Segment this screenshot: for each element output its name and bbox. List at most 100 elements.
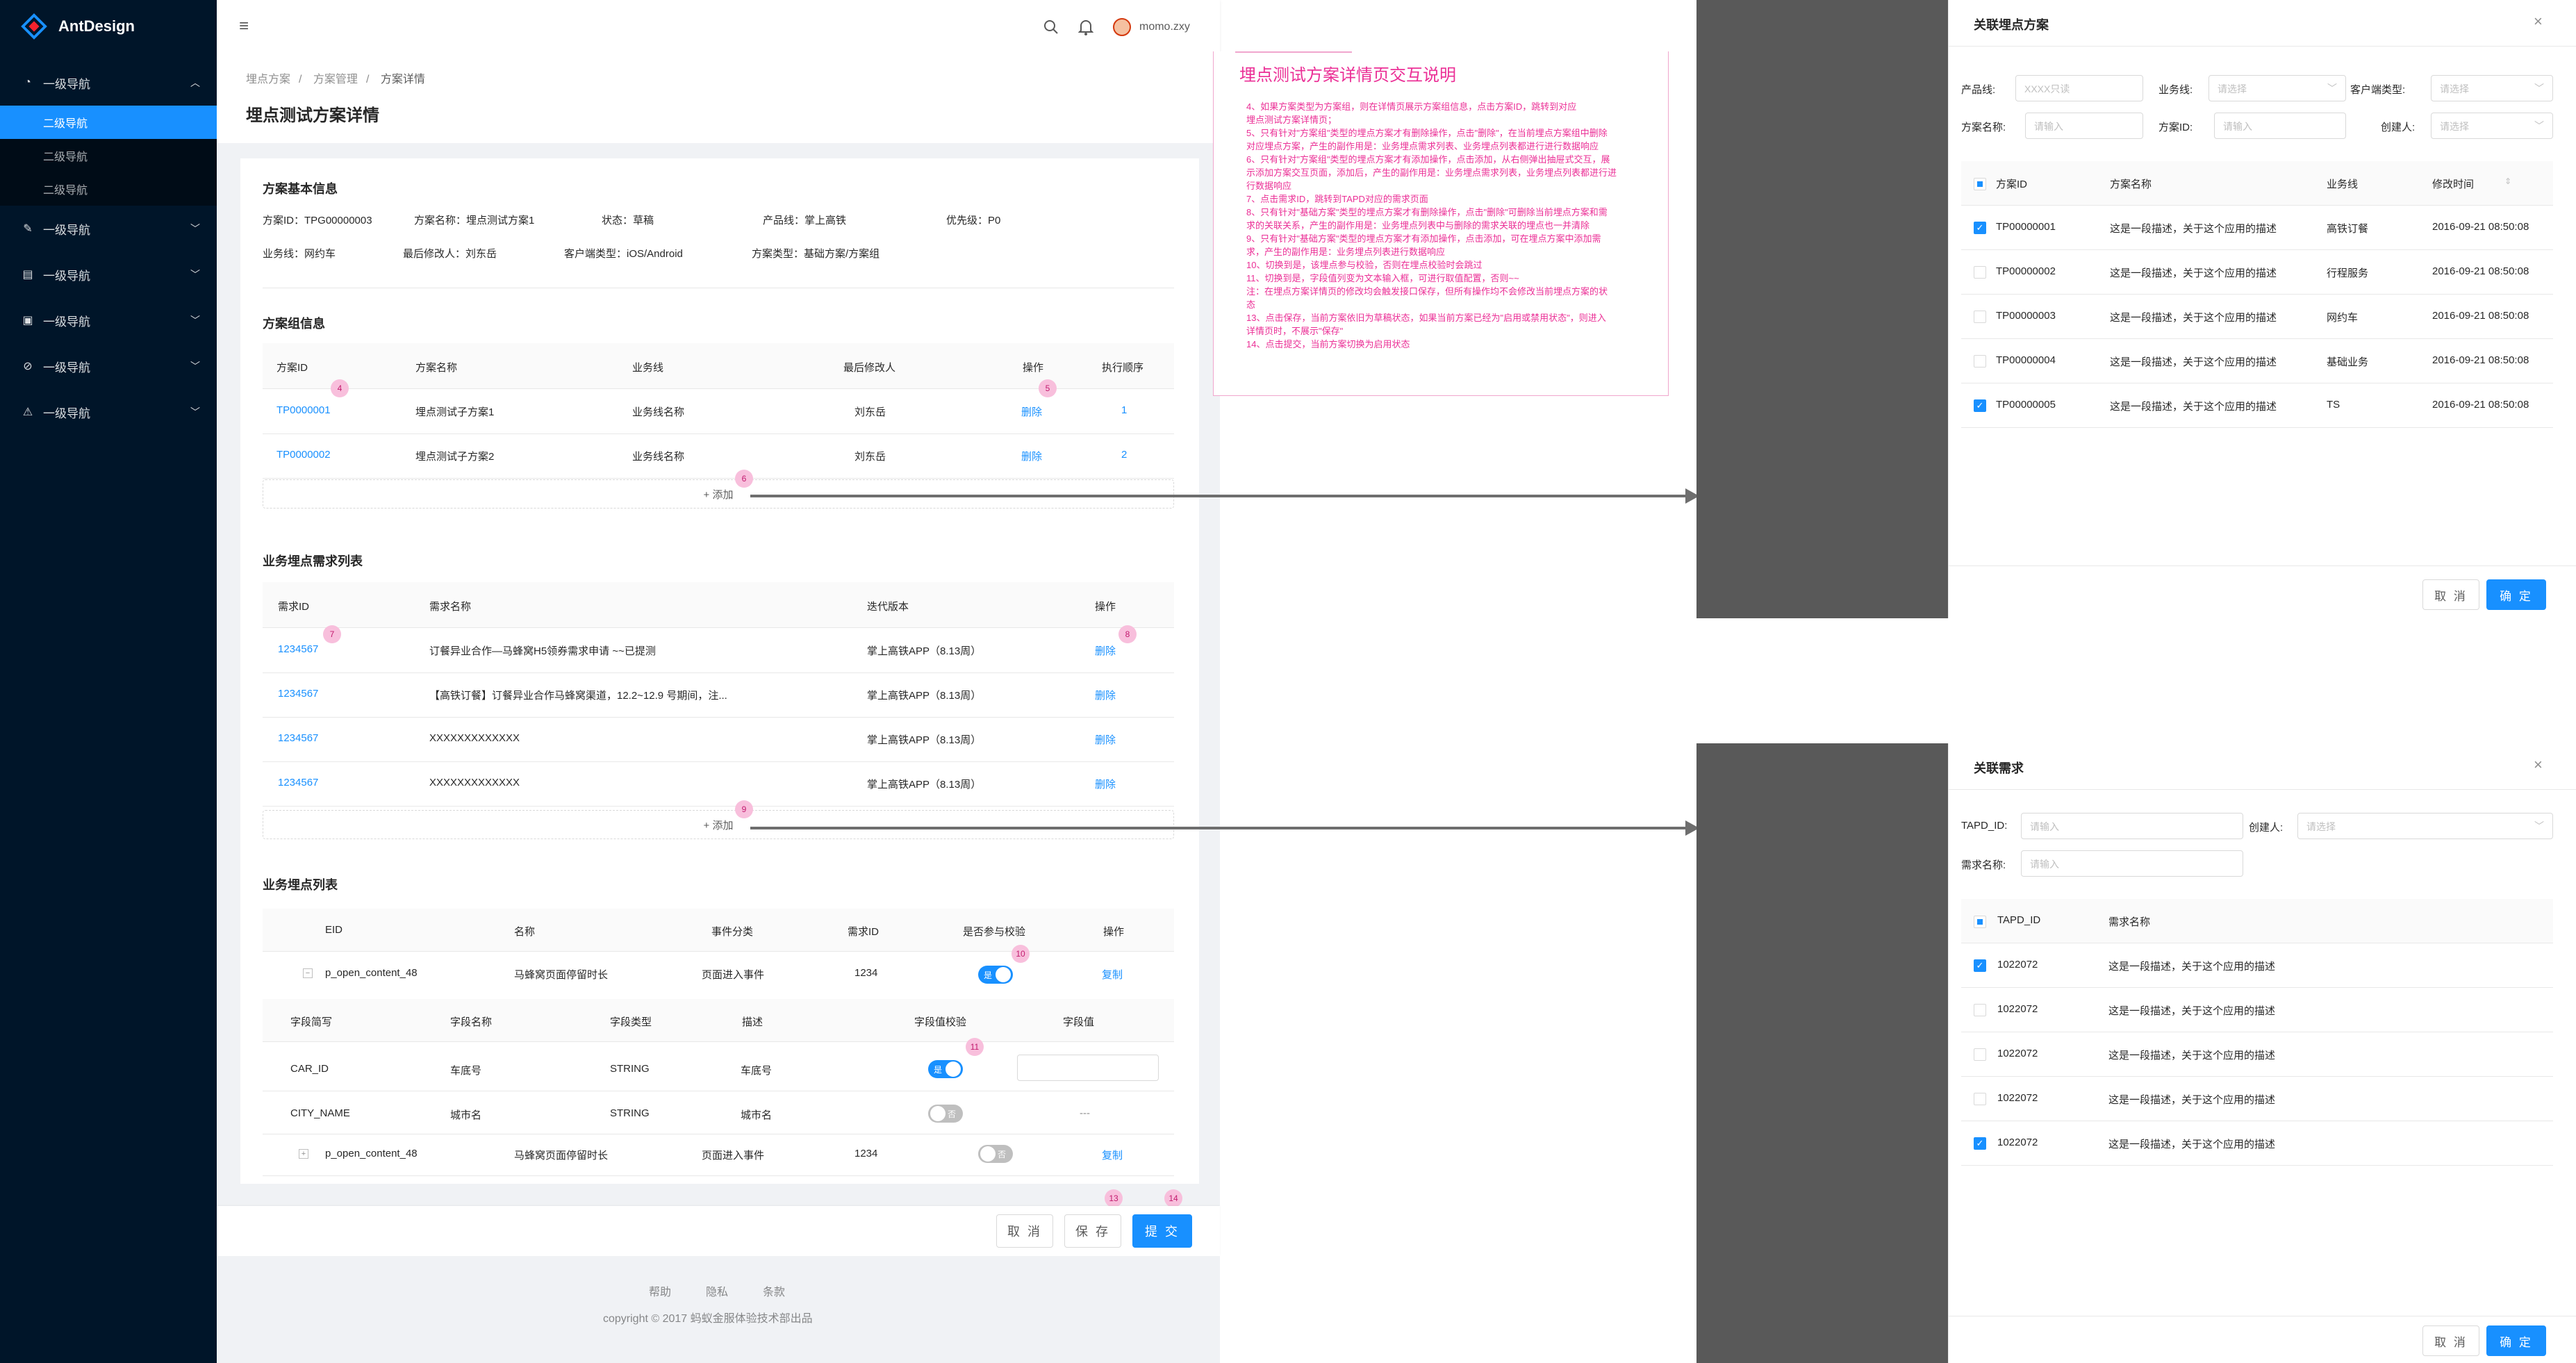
row-checkbox[interactable]: ✓: [1974, 222, 1986, 234]
menu-fold-icon[interactable]: ≡: [239, 17, 249, 36]
row-checkbox[interactable]: [1974, 1093, 1986, 1105]
table-row[interactable]: 1022072 这是一段描述，关于这个应用的描述: [1961, 1077, 2553, 1121]
req-name-input[interactable]: 请输入: [2021, 850, 2243, 877]
drawer-cancel-button[interactable]: 取 消: [2422, 579, 2479, 610]
basic-priority: 优先级：P0: [946, 215, 1001, 226]
biz-select[interactable]: 请选择 ﹀: [2208, 75, 2346, 101]
submit-button[interactable]: 提 交: [1132, 1214, 1192, 1248]
warning-icon: ⚠: [22, 406, 33, 418]
plan-id-link[interactable]: TP0000001: [276, 404, 331, 416]
plan-desc: 这是一段描述，关于这个应用的描述: [2110, 356, 2277, 368]
plan-name-input[interactable]: 请输入: [2025, 113, 2143, 139]
note-line: 行数据响应: [1246, 181, 1292, 191]
sidebar-group-5[interactable]: ⊘ 一级导航 ﹀: [0, 343, 217, 389]
cancel-button[interactable]: 取 消: [996, 1214, 1053, 1248]
sidebar-group-6[interactable]: ⚠ 一级导航 ﹀: [0, 389, 217, 435]
creator-select[interactable]: 请选择 ﹀: [2431, 113, 2553, 139]
sidebar-item-1[interactable]: 二级导航: [0, 139, 217, 172]
divider: [1949, 46, 2576, 47]
table-row[interactable]: TP00000003 这是一段描述，关于这个应用的描述 网约车 2016-09-21 …: [1961, 295, 2553, 339]
field-label: 产品线:: [1961, 84, 1996, 96]
req-id-link[interactable]: 1234567: [278, 732, 318, 744]
plan-id-input[interactable]: 请输入: [2214, 113, 2346, 139]
avatar[interactable]: [1113, 18, 1131, 36]
row-checkbox[interactable]: [1974, 1048, 1986, 1061]
sidebar-group-2[interactable]: ✎ 一级导航 ﹀: [0, 206, 217, 251]
sort-icon[interactable]: ⇕: [2504, 176, 2511, 186]
footer-link-privacy[interactable]: 隐私: [706, 1282, 728, 1299]
close-icon[interactable]: ×: [2534, 756, 2543, 774]
row-checkbox[interactable]: [1974, 1004, 1986, 1016]
breadcrumb-item[interactable]: 埋点方案: [246, 74, 290, 85]
field-validate-toggle[interactable]: 是: [928, 1060, 963, 1078]
sidebar-item-0[interactable]: 二级导航: [0, 106, 217, 139]
connector-arrows: [750, 488, 1699, 836]
table-row[interactable]: 1022072 这是一段描述，关于这个应用的描述: [1961, 988, 2553, 1032]
table-row[interactable]: ✓ TP00000005 这是一段描述，关于这个应用的描述 TS 2016-09-21 …: [1961, 383, 2553, 428]
user-name[interactable]: momo.zxy: [1139, 21, 1190, 33]
breadcrumb-item[interactable]: 方案管理: [313, 74, 358, 85]
antdesign-logo-icon: [21, 13, 47, 40]
table-row[interactable]: ✓ 1022072 这是一段描述，关于这个应用的描述: [1961, 1121, 2553, 1166]
drawer-ok-button[interactable]: 确 定: [2486, 1325, 2546, 1356]
tapd-id-input[interactable]: 请输入: [2021, 813, 2243, 839]
field-value-input[interactable]: [1017, 1055, 1159, 1081]
product-input[interactable]: XXXX只读: [2015, 75, 2143, 101]
field-desc: 城市名: [741, 1109, 773, 1121]
plan-time: 2016-09-21 08:50:08: [2432, 354, 2529, 366]
sidebar-group-3[interactable]: ▤ 一级导航 ﹀: [0, 251, 217, 297]
req-id-link[interactable]: 1234567: [278, 688, 318, 700]
footer-link-help[interactable]: 帮助: [649, 1282, 671, 1299]
chevron-down-icon: ﹀: [190, 223, 200, 234]
field-validate-toggle[interactable]: 否: [928, 1105, 963, 1123]
copy-link[interactable]: 复制: [1102, 1148, 1123, 1162]
row-checkbox[interactable]: [1974, 355, 1986, 367]
table-row[interactable]: 1022072 这是一段描述，关于这个应用的描述: [1961, 1032, 2553, 1077]
close-icon[interactable]: ×: [2534, 13, 2543, 31]
drawer-mask[interactable]: [1696, 743, 1948, 1363]
toggle-knob: [946, 1062, 961, 1077]
field-label: TAPD_ID:: [1961, 820, 2008, 832]
select-all-checkbox[interactable]: [1974, 916, 1986, 928]
sidebar-group-1[interactable]: ◔ 一级导航 ︿: [0, 60, 217, 106]
save-button[interactable]: 保 存: [1064, 1214, 1121, 1248]
drawer-ok-button[interactable]: 确 定: [2486, 579, 2546, 610]
sidebar-group-4[interactable]: ▣ 一级导航 ﹀: [0, 297, 217, 343]
sidebar-group-label: 一级导航: [43, 269, 90, 283]
drawer-cancel-button[interactable]: 取 消: [2422, 1325, 2479, 1356]
req-id-link[interactable]: 1234567: [278, 777, 318, 788]
field-label: 需求名称:: [1961, 859, 2006, 871]
drawer-mask[interactable]: [1696, 0, 1948, 618]
plan-id-link[interactable]: TP0000002: [276, 449, 331, 461]
bell-icon[interactable]: [1078, 19, 1093, 35]
delete-link[interactable]: 删除: [1021, 404, 1042, 419]
footer-link-terms[interactable]: 条款: [763, 1282, 785, 1299]
app-logo[interactable]: AntDesign: [0, 0, 217, 53]
plan-desc: 这是一段描述，关于这个应用的描述: [2110, 312, 2277, 324]
search-icon[interactable]: [1043, 19, 1059, 35]
sidebar-item-2[interactable]: 二级导航: [0, 172, 217, 206]
validate-toggle[interactable]: 否: [978, 1145, 1013, 1163]
table-row[interactable]: ✓ 1022072 这是一段描述，关于这个应用的描述: [1961, 943, 2553, 988]
toggle-text: 否: [998, 1150, 1007, 1159]
table-row[interactable]: ✓ TP00000001 这是一段描述，关于这个应用的描述 高铁订餐 2016-09-2…: [1961, 206, 2553, 250]
row-checkbox[interactable]: ✓: [1974, 1137, 1986, 1150]
table-row[interactable]: TP00000004 这是一段描述，关于这个应用的描述 基础业务 2016-09-21…: [1961, 339, 2553, 383]
table-row[interactable]: TP00000002 这是一段描述，关于这个应用的描述 行程服务 2016-09-21…: [1961, 250, 2553, 295]
delete-link[interactable]: 删除: [1021, 449, 1042, 463]
validate-toggle[interactable]: 是: [978, 966, 1013, 984]
row-checkbox[interactable]: [1974, 266, 1986, 279]
copy-link[interactable]: 复制: [1102, 967, 1123, 982]
expand-icon[interactable]: +: [299, 1149, 308, 1159]
row-checkbox[interactable]: ✓: [1974, 399, 1986, 412]
field-value-empty: ---: [1080, 1107, 1090, 1119]
creator-select[interactable]: 请选择 ﹀: [2297, 813, 2553, 839]
col-header: 名称: [514, 926, 536, 938]
client-select[interactable]: 请选择 ﹀: [2431, 75, 2553, 101]
select-all-checkbox[interactable]: [1974, 178, 1986, 190]
row-checkbox[interactable]: [1974, 311, 1986, 323]
collapse-icon[interactable]: −: [303, 968, 313, 978]
req-id-link[interactable]: 1234567: [278, 643, 318, 655]
sidebar-group-label: 一级导航: [43, 77, 90, 91]
row-checkbox[interactable]: ✓: [1974, 959, 1986, 972]
